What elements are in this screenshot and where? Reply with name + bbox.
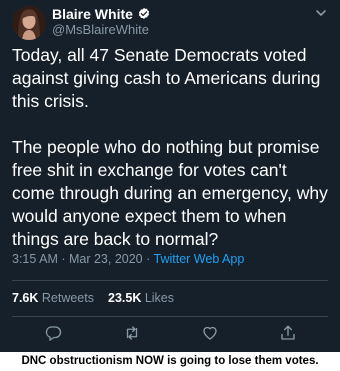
display-name-row[interactable]: Blaire White <box>52 6 151 22</box>
likes-label: Likes <box>141 291 175 305</box>
retweets-stat[interactable]: 7.6K Retweets <box>12 291 94 305</box>
image-caption: DNC obstructionism NOW is going to lose … <box>0 352 340 371</box>
share-icon[interactable] <box>279 324 297 342</box>
divider <box>12 280 328 281</box>
retweet-icon[interactable] <box>123 324 141 342</box>
source-app-link[interactable]: Twitter Web App <box>154 252 245 266</box>
likes-stat[interactable]: 23.5K Likes <box>108 291 174 305</box>
retweets-label: Retweets <box>38 291 94 305</box>
verified-badge-icon <box>137 7 151 21</box>
divider <box>12 316 328 317</box>
tweet-card: Blaire White @MsBlaireWhite Today, all 4… <box>0 0 340 352</box>
display-name[interactable]: Blaire White <box>52 6 133 22</box>
avatar[interactable] <box>12 6 46 40</box>
timestamp[interactable]: 3:15 AM · Mar 23, 2020 · <box>12 252 154 266</box>
action-bar <box>0 324 340 346</box>
tweet-text: Today, all 47 Senate Democrats voted aga… <box>12 45 328 249</box>
likes-count: 23.5K <box>108 291 142 305</box>
engagement-stats: 7.6K Retweets 23.5K Likes <box>12 291 174 305</box>
reply-icon[interactable] <box>44 324 62 342</box>
user-handle[interactable]: @MsBlaireWhite <box>52 22 149 37</box>
chevron-down-icon[interactable] <box>314 6 328 20</box>
retweets-count: 7.6K <box>12 291 39 305</box>
tweet-metadata: 3:15 AM · Mar 23, 2020 · Twitter Web App <box>12 252 244 266</box>
heart-icon[interactable] <box>201 324 219 342</box>
